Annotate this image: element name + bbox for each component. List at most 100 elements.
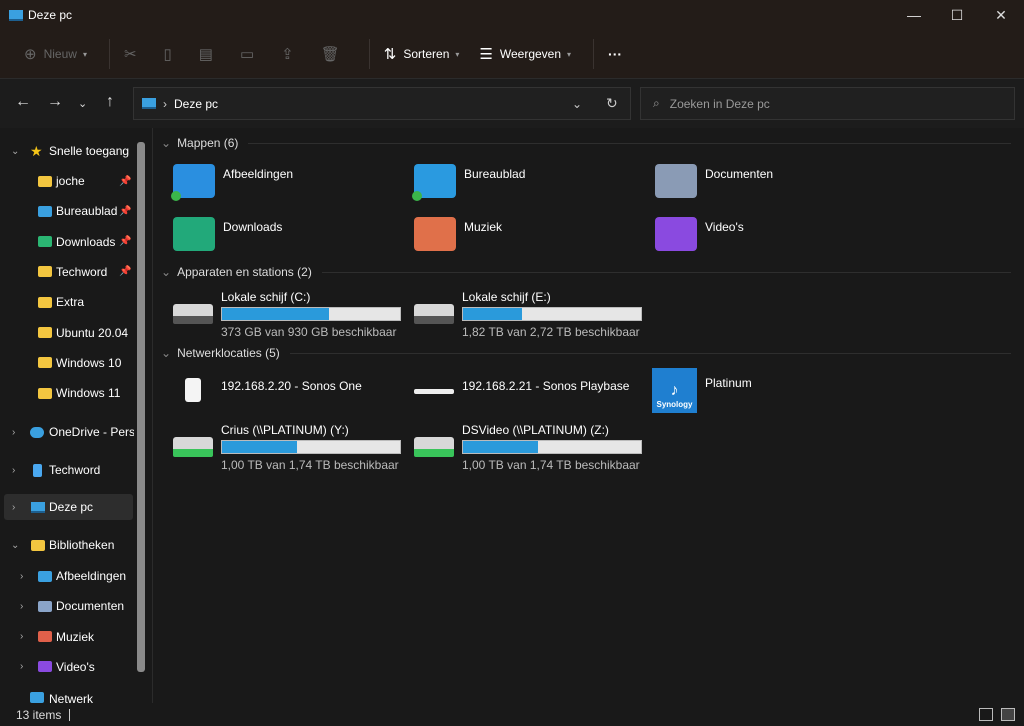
address-bar[interactable]: › Deze pc ⌄ ↻ [133, 87, 631, 120]
storage-bar [462, 440, 642, 454]
star-icon: ★ [30, 142, 43, 159]
chevron-right-icon[interactable]: › [12, 502, 15, 513]
title-bar: Deze pc — ☐ ✕ [0, 0, 1024, 30]
folder-item[interactable]: Video's [655, 217, 744, 251]
chevron-right-icon[interactable]: › [20, 571, 23, 582]
cut-button[interactable]: ✂ [118, 38, 150, 70]
sidebar-item-this-pc[interactable]: › Deze pc [4, 494, 133, 520]
folder-item[interactable]: Afbeeldingen [171, 164, 293, 201]
sidebar-scrollbar[interactable] [137, 142, 145, 672]
network-device-sonos-one[interactable]: 192.168.2.20 - Sonos One [173, 376, 362, 406]
sidebar-item-library[interactable]: › Afbeeldingen [0, 563, 134, 589]
chevron-right-icon[interactable]: › [20, 661, 23, 672]
chevron-right-icon[interactable]: › [20, 631, 23, 642]
sidebar-item-techword[interactable]: › Techword [0, 457, 134, 483]
sidebar-item-libraries[interactable]: ⌄ Bibliotheken [0, 532, 134, 558]
hard-drive-icon [414, 304, 454, 324]
maximize-button[interactable]: ☐ [934, 0, 980, 30]
sidebar-item-library[interactable]: › Muziek [0, 624, 134, 650]
share-button[interactable]: ⇪ [275, 38, 307, 70]
search-placeholder: Zoeken in Deze pc [669, 96, 770, 111]
sidebar-item-quick[interactable]: Downloads 📌 [0, 229, 134, 255]
copy-icon: ▯ [163, 46, 172, 63]
refresh-icon[interactable]: ↻ [606, 95, 618, 112]
view-button[interactable]: ☰ Weergeven ▾ [473, 38, 577, 70]
sidebar-item-onedrive[interactable]: › OneDrive - Perso [0, 419, 134, 445]
details-view-icon[interactable] [979, 708, 993, 721]
chevron-down-icon: ⌄ [161, 265, 172, 279]
sidebar-item-quick[interactable]: joche 📌 [0, 168, 134, 194]
sort-button[interactable]: ⇅ Sorteren ▾ [378, 38, 466, 70]
folder-icon [173, 217, 215, 251]
group-header-devices[interactable]: ⌄ Apparaten en stations (2) [161, 265, 1011, 279]
sidebar-item-quick-access[interactable]: ⌄ ★ Snelle toegang [0, 138, 134, 164]
recent-chevron-icon[interactable]: ⌄ [78, 97, 87, 110]
folder-item[interactable]: Downloads [173, 217, 282, 251]
sidebar-item-library[interactable]: › Documenten [0, 593, 134, 619]
drive-item[interactable]: Lokale schijf (C:) 373 GB van 930 GB besc… [173, 290, 413, 340]
chevron-down-icon[interactable]: ⌄ [11, 146, 19, 157]
folder-item[interactable]: Documenten [655, 164, 773, 198]
pin-icon[interactable]: 📌 [119, 236, 131, 247]
folder-icon [38, 175, 52, 187]
folder-item[interactable]: Muziek [414, 217, 502, 251]
drive-item[interactable]: Crius (\\PLATINUM) (Y:) 1,00 TB van 1,74 … [173, 423, 413, 473]
sidebar-item-quick[interactable]: Techword 📌 [0, 259, 134, 285]
network-icon [30, 692, 44, 703]
sidebar-item-quick[interactable]: Windows 11 [0, 380, 134, 406]
folder-item[interactable]: Bureaublad [412, 164, 525, 201]
sidebar-item-label: Documenten [56, 599, 125, 614]
chevron-right-icon[interactable]: › [12, 427, 15, 438]
sidebar-item-network[interactable]: Netwerk [0, 692, 134, 703]
drive-info: 1,00 TB van 1,74 TB beschikbaar [221, 458, 399, 472]
sidebar-item-quick[interactable]: Bureaublad 📌 [0, 198, 134, 224]
sidebar-item-library[interactable]: › Video's [0, 654, 134, 680]
folder-icon [38, 357, 52, 369]
large-icons-view-icon[interactable] [1001, 708, 1015, 721]
paste-button[interactable]: ▤ [193, 38, 226, 70]
close-button[interactable]: ✕ [978, 0, 1024, 30]
drive-item[interactable]: Lokale schijf (E:) 1,82 TB van 2,72 TB be… [414, 290, 654, 340]
hard-drive-icon [173, 304, 213, 324]
more-options-button[interactable]: ··· [602, 38, 628, 70]
view-label: Weergeven [499, 47, 562, 61]
delete-button[interactable]: 🗑 [315, 38, 353, 70]
pin-icon[interactable]: 📌 [119, 206, 131, 217]
sidebar-item-quick[interactable]: Extra [0, 289, 134, 315]
item-label: Platinum [705, 376, 752, 390]
view-list-icon: ☰ [479, 46, 493, 63]
new-button[interactable]: ⊕ Nieuw ▾ [18, 38, 93, 70]
rename-button[interactable]: ▭ [234, 38, 267, 70]
network-device-sonos-playbase[interactable]: 192.168.2.21 - Sonos Playbase [414, 376, 629, 406]
folder-icon [655, 217, 697, 251]
sidebar-item-label: Ubuntu 20.04 [56, 325, 129, 340]
chevron-right-icon[interactable]: › [20, 601, 23, 612]
folder-icon [38, 327, 52, 338]
group-title: Apparaten en stations (2) [177, 265, 312, 279]
address-dropdown-icon[interactable]: ⌄ [572, 97, 582, 111]
chevron-right-icon[interactable]: › [12, 465, 15, 476]
storage-bar-fill [222, 441, 297, 453]
sidebar-item-quick[interactable]: Ubuntu 20.04 [0, 320, 134, 346]
back-arrow-icon[interactable]: ← [15, 93, 31, 111]
sidebar-item-label: Afbeeldingen [56, 569, 127, 583]
chevron-down-icon: ▾ [82, 49, 87, 59]
network-device-platinum[interactable]: ♪ Synology Platinum [652, 368, 752, 413]
up-arrow-icon[interactable]: ↑ [106, 93, 114, 111]
chevron-down-icon[interactable]: ⌄ [11, 540, 19, 551]
group-header-network[interactable]: ⌄ Netwerklocaties (5) [161, 346, 1011, 360]
search-input[interactable]: ⌕ Zoeken in Deze pc [640, 87, 1015, 120]
pin-icon[interactable]: 📌 [119, 266, 131, 277]
drive-label: Crius (\\PLATINUM) (Y:) [221, 423, 349, 437]
minimize-button[interactable]: — [891, 0, 937, 30]
storage-bar-fill [463, 441, 538, 453]
pin-icon[interactable]: 📌 [119, 176, 131, 187]
forward-arrow-icon[interactable]: → [47, 93, 63, 111]
search-icon: ⌕ [653, 96, 660, 110]
drive-item[interactable]: DSVideo (\\PLATINUM) (Z:) 1,00 TB van 1,7… [414, 423, 654, 473]
sidebar-item-quick[interactable]: Windows 10 [0, 350, 134, 376]
library-icon [38, 570, 52, 582]
copy-button[interactable]: ▯ [158, 38, 185, 70]
group-header-folders[interactable]: ⌄ Mappen (6) [161, 136, 1011, 150]
paste-icon: ▤ [198, 46, 213, 63]
